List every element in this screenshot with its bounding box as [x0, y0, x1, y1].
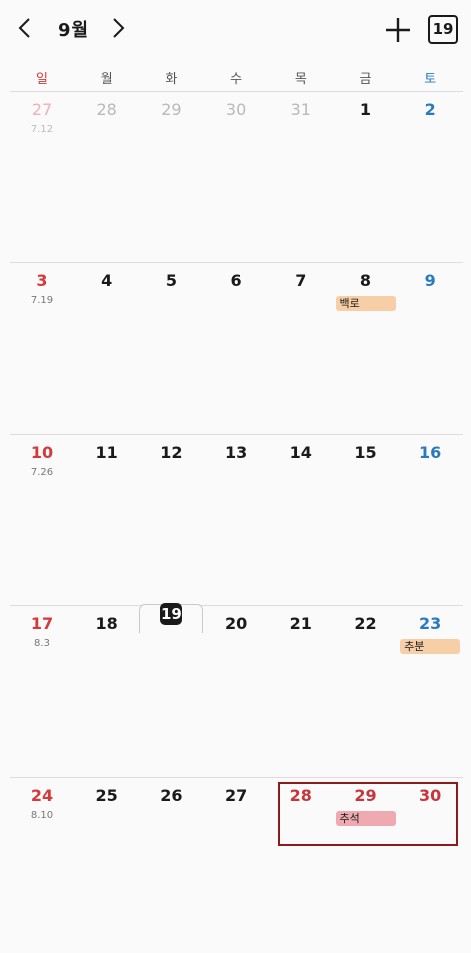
month-title[interactable]: 9월: [58, 16, 89, 42]
today-button[interactable]: 19: [428, 15, 458, 44]
day-number: 6: [230, 271, 242, 290]
day-cell[interactable]: 1: [334, 98, 398, 258]
chevron-left-icon: [18, 18, 30, 38]
day-number: 27: [224, 786, 248, 805]
weekday-sun: 일: [36, 72, 48, 87]
day-cell[interactable]: 29: [139, 98, 203, 258]
event-chip[interactable]: 추분: [400, 639, 461, 654]
day-cell[interactable]: 13: [204, 441, 268, 601]
day-cell[interactable]: 24 8.10: [10, 784, 74, 944]
day-cell[interactable]: 10 7.26: [10, 441, 74, 601]
day-number: 13: [224, 443, 248, 462]
day-cell[interactable]: 25: [75, 784, 139, 944]
day-cell[interactable]: 30: [204, 98, 268, 258]
day-cell[interactable]: 27: [204, 784, 268, 944]
lunar-date: 7.12: [30, 124, 54, 135]
day-number: 9: [424, 271, 436, 290]
lunar-date: 8.10: [30, 810, 54, 821]
day-cell[interactable]: 17 8.3: [10, 612, 74, 772]
day-number: 7: [295, 271, 307, 290]
day-cell[interactable]: 9: [398, 269, 462, 429]
day-number: 30: [225, 100, 247, 119]
lunar-date: 8.3: [34, 638, 50, 649]
calendar-header: 9월 19: [0, 0, 471, 58]
week-row: 3 7.19 4 5 6 7 8 백로 9: [10, 262, 463, 434]
day-number: 28: [96, 100, 117, 119]
day-number: 15: [354, 443, 377, 462]
day-number: 21: [289, 614, 312, 633]
day-number: 27: [31, 100, 53, 119]
day-number: 19: [160, 603, 183, 625]
day-cell[interactable]: 7: [269, 269, 333, 429]
weekday-tue: 화: [165, 72, 178, 87]
day-cell[interactable]: 6: [204, 269, 268, 429]
day-cell[interactable]: 19: [139, 603, 204, 772]
day-number: 8: [359, 271, 372, 290]
day-cell[interactable]: 2: [398, 98, 462, 258]
day-cell[interactable]: 12: [139, 441, 203, 601]
day-number: 10: [30, 443, 54, 462]
day-cell[interactable]: 5: [139, 269, 203, 429]
day-cell[interactable]: 4: [75, 269, 139, 429]
day-cell[interactable]: 28: [75, 98, 139, 258]
day-cell[interactable]: 8 백로: [334, 269, 398, 429]
day-number: 12: [160, 443, 183, 462]
day-number: 1: [359, 100, 372, 119]
plus-icon: [386, 18, 410, 42]
weekday-mon: 월: [100, 72, 113, 87]
day-cell[interactable]: 31: [269, 98, 333, 258]
prev-month-button[interactable]: [12, 14, 40, 42]
week-row: 17 8.3 18 19 20 21 22 23 추분: [10, 603, 463, 777]
today-marker: 19: [139, 603, 204, 633]
event-chip[interactable]: 백로: [335, 296, 396, 311]
weekday-fri: 금: [359, 72, 372, 87]
day-number: 3: [36, 271, 48, 290]
day-cell[interactable]: 16: [398, 441, 462, 601]
weekday-thu: 목: [294, 72, 307, 87]
day-cell[interactable]: 26: [139, 784, 203, 944]
day-cell[interactable]: 27 7.12: [10, 98, 74, 258]
day-number: 23: [419, 614, 442, 633]
weekday-wed: 수: [230, 72, 243, 87]
day-cell[interactable]: 23 추분: [398, 612, 462, 772]
lunar-date: 7.26: [30, 467, 54, 478]
day-cell[interactable]: 14: [269, 441, 333, 601]
day-number: 16: [419, 443, 442, 462]
day-cell[interactable]: 22: [334, 612, 398, 772]
day-number: 31: [290, 100, 311, 119]
day-number: 17: [30, 614, 54, 633]
day-number: 14: [289, 443, 312, 462]
day-cell[interactable]: 11: [75, 441, 139, 601]
day-cell[interactable]: 15: [334, 441, 398, 601]
weekday-sat: 토: [424, 72, 437, 87]
day-number: 2: [424, 100, 436, 119]
day-number: 22: [354, 614, 377, 633]
highlight-box: [278, 782, 458, 846]
day-number: 20: [224, 614, 248, 633]
day-number: 24: [30, 786, 54, 805]
week-row: 10 7.26 11 12 13 14 15 16: [10, 434, 463, 606]
day-cell[interactable]: 3 7.19: [10, 269, 74, 429]
day-number: 26: [160, 786, 183, 805]
next-month-button[interactable]: [104, 14, 132, 42]
lunar-date: 7.19: [30, 295, 54, 306]
day-number: 4: [101, 271, 113, 290]
day-cell[interactable]: 18: [75, 612, 139, 772]
day-cell[interactable]: 20: [204, 612, 268, 772]
day-cell[interactable]: 21: [269, 612, 333, 772]
day-number: 25: [95, 786, 118, 805]
day-number: 11: [95, 443, 118, 462]
week-row: 27 7.12 28 29 30 31 1 2: [10, 91, 463, 263]
day-number: 5: [165, 271, 177, 290]
day-number: 18: [95, 614, 118, 633]
day-number: 29: [161, 100, 182, 119]
chevron-right-icon: [113, 18, 125, 38]
weekday-header: 일월화수목금토: [10, 68, 463, 88]
add-event-button[interactable]: [382, 14, 414, 46]
